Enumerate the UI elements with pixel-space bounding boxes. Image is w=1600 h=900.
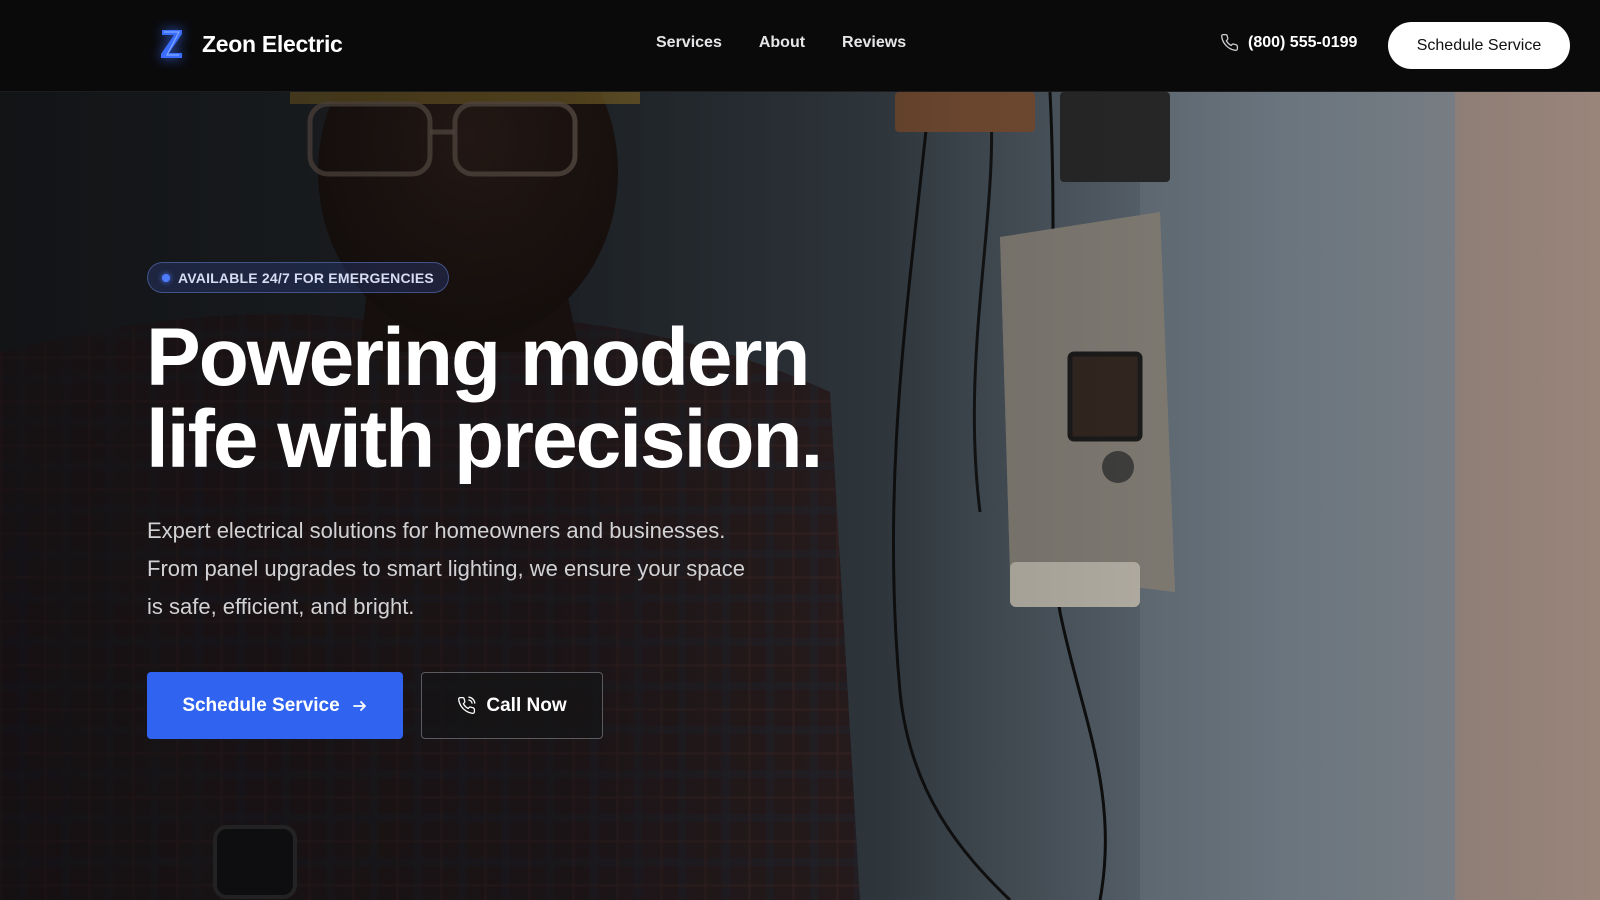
brand-name: Zeon Electric [202,30,343,57]
primary-button-label: Schedule Service [182,694,340,716]
primary-nav: Services About Reviews [656,34,906,52]
phone-number: (800) 555-0199 [1248,33,1358,51]
top-navigation: Zeon Electric Services About Reviews (80… [0,0,1600,92]
status-dot [162,273,170,282]
phone-icon [1221,33,1239,51]
arrow-right-icon [352,700,366,711]
hero-subtext: Expert electrical solutions for homeowne… [147,518,745,619]
call-now-button[interactable]: Call Now [421,672,603,739]
phone-link[interactable]: (800) 555-0199 [1220,33,1357,52]
hero-dark-overlay [0,92,1600,900]
hero-headline: Powering modern life with precision. [146,317,906,481]
hero-schedule-service-button[interactable]: Schedule Service [147,672,403,739]
nav-link-reviews[interactable]: Reviews [842,34,906,52]
brand-logo-link[interactable]: Zeon Electric [158,26,343,62]
headline-line-2: life with precision. [146,394,823,485]
badge-text: AVAILABLE 24/7 FOR EMERGENCIES [178,269,434,286]
nav-link-services[interactable]: Services [656,34,722,52]
lightning-z-icon [161,30,182,58]
nav-link-about[interactable]: About [759,34,805,52]
secondary-button-label: Call Now [486,694,567,716]
headline-line-1: Powering modern [146,312,811,403]
hero-section: AVAILABLE 24/7 FOR EMERGENCIES Powering … [0,92,1600,900]
phone-call-icon [458,696,476,714]
availability-badge: AVAILABLE 24/7 FOR EMERGENCIES [147,262,449,293]
nav-schedule-service-button[interactable]: Schedule Service [1388,22,1570,69]
